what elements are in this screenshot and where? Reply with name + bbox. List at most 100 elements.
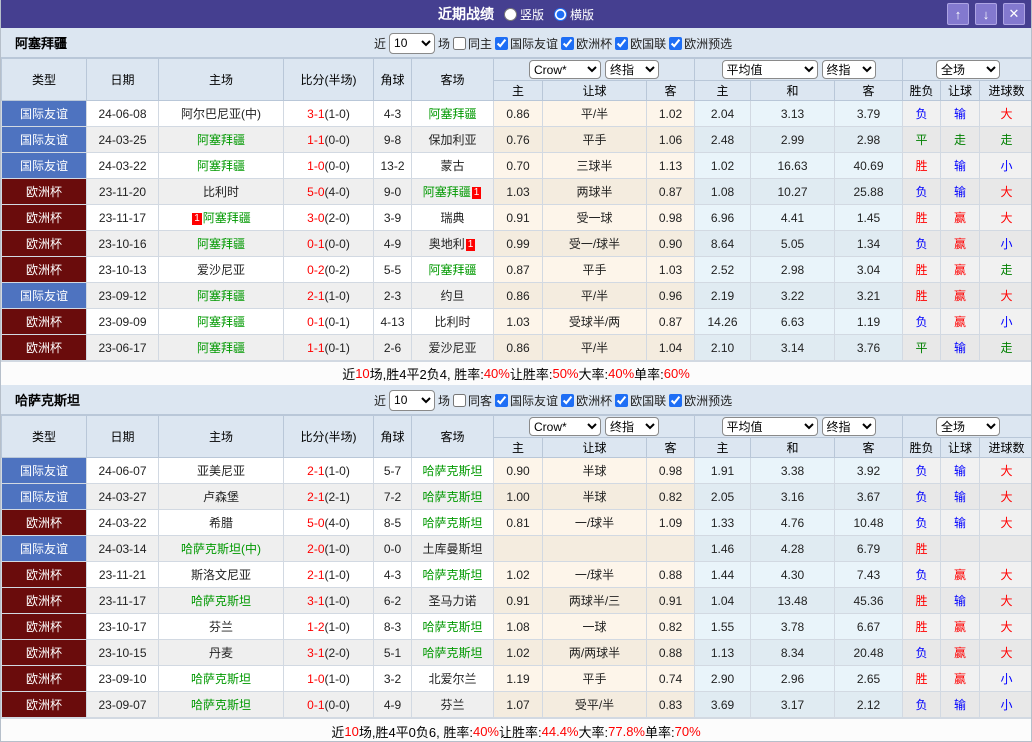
col-header-1: 日期 bbox=[87, 59, 159, 101]
odds-company-select[interactable]: Crow* bbox=[529, 417, 601, 436]
comp-checkbox-nationsleague[interactable]: 欧国联 bbox=[615, 35, 666, 52]
avg-draw-odds-cell: 3.38 bbox=[751, 458, 835, 484]
comp-checkbox-euroqualifier[interactable]: 欧洲预选 bbox=[669, 392, 732, 409]
crow-home-odds-cell: 1.00 bbox=[494, 484, 543, 510]
same-venue-checkbox-input[interactable] bbox=[453, 394, 466, 407]
comp-label: 国际友谊 bbox=[510, 35, 558, 52]
layout-horizontal-radio[interactable]: 横版 bbox=[554, 6, 594, 23]
comp-checkbox-friendly[interactable]: 国际友谊 bbox=[495, 35, 558, 52]
away-team-name: 芬兰 bbox=[440, 698, 464, 712]
same-venue-checkbox[interactable]: 同客 bbox=[453, 392, 492, 409]
comp-checkbox-eurocup-input[interactable] bbox=[561, 394, 574, 407]
handicap-cell: 受平/半 bbox=[543, 692, 647, 718]
result-handicap-cell: 走 bbox=[941, 127, 980, 153]
sub-header-4: 和 bbox=[751, 438, 835, 458]
summary-segment: 大率: bbox=[579, 722, 609, 741]
crow-away-odds-cell: 0.88 bbox=[647, 562, 695, 588]
scope-select[interactable]: 全场 bbox=[936, 417, 1000, 436]
close-button[interactable]: ✕ bbox=[1003, 3, 1025, 25]
sub-header-3: 主 bbox=[695, 438, 751, 458]
comp-checkbox-euroqualifier-input[interactable] bbox=[669, 394, 682, 407]
average-stage-select[interactable]: 终指 bbox=[822, 60, 876, 79]
handicap-cell: 半球 bbox=[543, 458, 647, 484]
crow-away-odds-cell: 0.91 bbox=[647, 588, 695, 614]
fulltime-score: 5-0 bbox=[307, 516, 324, 530]
match-row: 欧洲杯23-11-20比利时5-0(4-0)9-0阿塞拜疆11.03两球半0.8… bbox=[2, 179, 1032, 205]
date-cell: 23-11-21 bbox=[87, 562, 159, 588]
comp-checkbox-friendly[interactable]: 国际友谊 bbox=[495, 392, 558, 409]
comp-checkbox-euroqualifier-input[interactable] bbox=[669, 37, 682, 50]
competition-cell: 国际友谊 bbox=[2, 536, 87, 562]
average-select[interactable]: 平均值 bbox=[722, 417, 818, 436]
recent-count-select[interactable]: 10 bbox=[389, 390, 435, 411]
comp-checkbox-euroqualifier[interactable]: 欧洲预选 bbox=[669, 35, 732, 52]
comp-checkbox-friendly-input[interactable] bbox=[495, 394, 508, 407]
away-team-name: 哈萨克斯坦 bbox=[422, 568, 482, 582]
home-team-cell: 阿塞拜疆 bbox=[159, 231, 284, 257]
avg-home-odds-cell: 8.64 bbox=[695, 231, 751, 257]
score-cell: 2-1(1-0) bbox=[284, 562, 374, 588]
comp-checkbox-nationsleague[interactable]: 欧国联 bbox=[615, 392, 666, 409]
home-team-cell: 阿塞拜疆 bbox=[159, 127, 284, 153]
summary-segment: 60% bbox=[664, 366, 690, 381]
competition-cell: 欧洲杯 bbox=[2, 640, 87, 666]
away-team-cell: 爱沙尼亚 bbox=[412, 335, 494, 361]
avg-away-odds-cell: 3.21 bbox=[835, 283, 903, 309]
halftime-score: (2-0) bbox=[325, 646, 350, 660]
scope-group-header: 全场 bbox=[903, 416, 1032, 438]
avg-home-odds-cell: 14.26 bbox=[695, 309, 751, 335]
result-handicap-cell: 输 bbox=[941, 335, 980, 361]
avg-home-odds-cell: 3.69 bbox=[695, 692, 751, 718]
layout-horizontal-radio-input[interactable] bbox=[554, 8, 567, 21]
summary-segment: 近 bbox=[331, 722, 344, 741]
near-label: 近 bbox=[374, 35, 386, 52]
odds-stage-select[interactable]: 终指 bbox=[605, 417, 659, 436]
crow-away-odds-cell: 1.06 bbox=[647, 127, 695, 153]
same-venue-checkbox[interactable]: 同主 bbox=[453, 35, 492, 52]
odds-company-select[interactable]: Crow* bbox=[529, 60, 601, 79]
date-cell: 24-06-07 bbox=[87, 458, 159, 484]
result-goals-cell: 大 bbox=[980, 614, 1032, 640]
recent-count-select[interactable]: 10 bbox=[389, 33, 435, 54]
move-down-button[interactable]: ↓ bbox=[975, 3, 997, 25]
sub-header-1: 让球 bbox=[543, 81, 647, 101]
competition-cell: 国际友谊 bbox=[2, 283, 87, 309]
layout-vertical-radio[interactable]: 竖版 bbox=[504, 6, 544, 23]
away-team-name: 哈萨克斯坦 bbox=[422, 620, 482, 634]
sub-header-1: 让球 bbox=[543, 438, 647, 458]
average-stage-select[interactable]: 终指 bbox=[822, 417, 876, 436]
average-select[interactable]: 平均值 bbox=[722, 60, 818, 79]
crow-home-odds-cell: 0.91 bbox=[494, 205, 543, 231]
match-row: 欧洲杯23-10-17芬兰1-2(1-0)8-3哈萨克斯坦1.08一球0.821… bbox=[2, 614, 1032, 640]
comp-checkbox-friendly-input[interactable] bbox=[495, 37, 508, 50]
comp-checkbox-eurocup[interactable]: 欧洲杯 bbox=[561, 35, 612, 52]
corner-cell: 13-2 bbox=[374, 153, 412, 179]
result-handicap-cell: 赢 bbox=[941, 231, 980, 257]
comp-checkbox-nationsleague-input[interactable] bbox=[615, 394, 628, 407]
score-cell: 1-2(1-0) bbox=[284, 614, 374, 640]
col-header-3: 比分(半场) bbox=[284, 59, 374, 101]
comp-label: 欧国联 bbox=[630, 35, 666, 52]
result-handicap-cell: 赢 bbox=[941, 614, 980, 640]
result-goals-cell: 大 bbox=[980, 510, 1032, 536]
handicap-cell: 平/半 bbox=[543, 101, 647, 127]
away-team-cell: 保加利亚 bbox=[412, 127, 494, 153]
same-venue-checkbox-input[interactable] bbox=[453, 37, 466, 50]
move-up-button[interactable]: ↑ bbox=[947, 3, 969, 25]
comp-checkbox-eurocup-input[interactable] bbox=[561, 37, 574, 50]
result-outcome-cell: 胜 bbox=[903, 588, 941, 614]
halftime-score: (0-0) bbox=[325, 237, 350, 251]
away-team-name: 哈萨克斯坦 bbox=[422, 646, 482, 660]
odds-stage-select[interactable]: 终指 bbox=[605, 60, 659, 79]
avg-away-odds-cell: 7.43 bbox=[835, 562, 903, 588]
comp-checkbox-eurocup[interactable]: 欧洲杯 bbox=[561, 392, 612, 409]
avg-away-odds-cell: 3.79 bbox=[835, 101, 903, 127]
comp-checkbox-nationsleague-input[interactable] bbox=[615, 37, 628, 50]
competition-cell: 欧洲杯 bbox=[2, 179, 87, 205]
layout-vertical-radio-input[interactable] bbox=[504, 8, 517, 21]
comp-label: 欧国联 bbox=[630, 392, 666, 409]
scope-select[interactable]: 全场 bbox=[936, 60, 1000, 79]
home-team-cell: 比利时 bbox=[159, 179, 284, 205]
date-cell: 23-10-17 bbox=[87, 614, 159, 640]
home-team-cell: 斯洛文尼亚 bbox=[159, 562, 284, 588]
